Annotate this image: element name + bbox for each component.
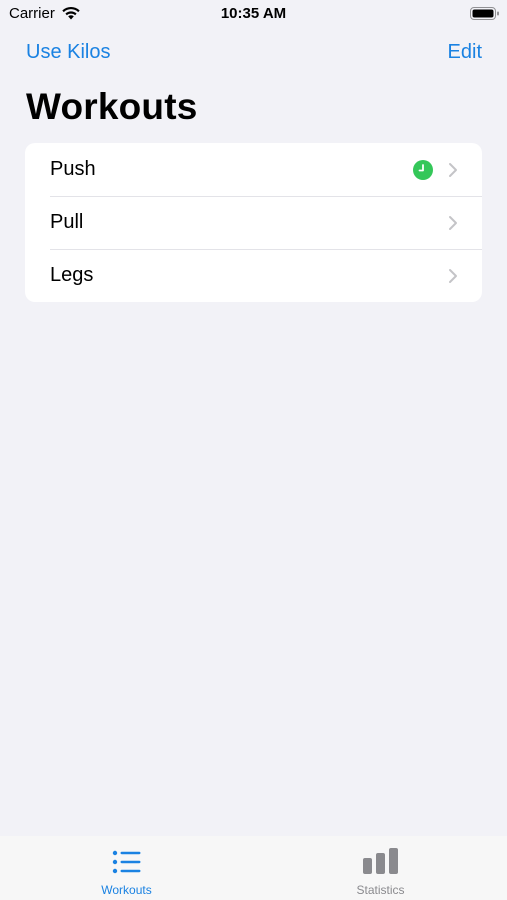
status-bar: Carrier 10:35 AM bbox=[0, 0, 507, 30]
workout-label: Pull bbox=[50, 211, 84, 233]
workout-row-push[interactable]: Push bbox=[25, 143, 482, 196]
edit-button[interactable]: Edit bbox=[448, 41, 482, 64]
bar-chart-icon bbox=[362, 848, 398, 874]
battery-icon bbox=[470, 7, 499, 20]
tab-label: Statistics bbox=[356, 883, 405, 897]
chevron-right-icon bbox=[449, 163, 457, 177]
chevron-right-icon bbox=[449, 216, 457, 230]
workout-label: Push bbox=[50, 158, 96, 180]
tab-label: Workouts bbox=[101, 883, 152, 897]
workout-row-pull[interactable]: Pull bbox=[25, 196, 482, 249]
chevron-right-icon bbox=[449, 269, 457, 283]
tab-statistics[interactable]: Statistics bbox=[254, 836, 507, 900]
workout-row-legs[interactable]: Legs bbox=[25, 249, 482, 302]
list-icon bbox=[112, 850, 140, 874]
status-time: 10:35 AM bbox=[220, 5, 287, 22]
active-clock-icon bbox=[413, 160, 433, 180]
tab-workouts[interactable]: Workouts bbox=[0, 836, 253, 900]
workouts-list: Push Pull Legs bbox=[25, 143, 482, 302]
page-title: Workouts bbox=[26, 86, 198, 127]
workout-label: Legs bbox=[50, 264, 94, 286]
use-kilos-button[interactable]: Use Kilos bbox=[26, 41, 110, 64]
tab-bar: Workouts Statistics bbox=[0, 836, 507, 900]
